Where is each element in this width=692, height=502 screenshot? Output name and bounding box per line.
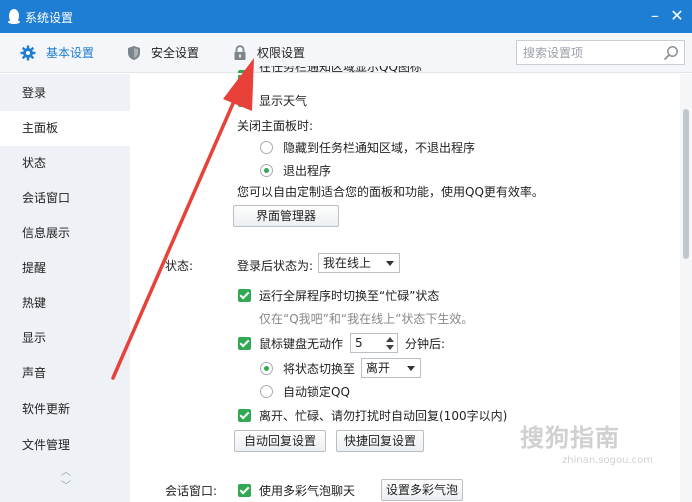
- minimize-button[interactable]: –: [644, 5, 666, 27]
- fullscreen-busy-label: 运行全屏程序时切换至“忙碌”状态: [259, 289, 440, 303]
- chevron-down-icon: [386, 261, 394, 266]
- close-button[interactable]: ✕: [666, 5, 688, 27]
- chevron-down-icon[interactable]: ﹀: [56, 480, 76, 494]
- colorful-bubble-label: 使用多彩气泡聊天: [259, 484, 356, 498]
- auto-reply-label: 离开、忙碌、请勿打扰时自动回复(100字以内): [259, 409, 508, 423]
- auto-lock-radio[interactable]: [260, 385, 273, 398]
- status-section-label: 状态:: [165, 259, 194, 273]
- fullscreen-busy-hint: 仅在“Q我吧”和“我在线上”状态下生效。: [259, 312, 474, 326]
- search-box: [516, 40, 685, 65]
- auto-reply-settings-button[interactable]: 自动回复设置: [234, 430, 326, 452]
- idle-status-select[interactable]: 离开: [361, 358, 421, 378]
- tab-basic-settings-label: 基本设置: [46, 46, 95, 60]
- sidebar-item-info-display[interactable]: 信息展示: [0, 216, 130, 251]
- exit-program-radio[interactable]: [260, 164, 273, 177]
- hide-to-tray-radio[interactable]: [260, 141, 273, 154]
- title-bar: 系统设置 – ✕: [0, 0, 692, 33]
- sidebar-item-display[interactable]: 显示: [0, 321, 130, 356]
- tab-security-settings[interactable]: 安全设置: [127, 33, 207, 73]
- tab-basic-settings[interactable]: 基本设置: [20, 33, 100, 73]
- window-title: 系统设置: [25, 11, 74, 25]
- watermark-text: 搜狗指南: [520, 424, 620, 452]
- colorful-bubble-settings-button[interactable]: 设置多彩气泡: [381, 479, 463, 501]
- interface-manager-button[interactable]: 界面管理器: [233, 205, 339, 227]
- idle-label: 鼠标键盘无动作: [259, 337, 344, 351]
- search-icon[interactable]: [663, 45, 679, 61]
- sidebar-scroll-arrows[interactable]: ︿ ﹀: [56, 466, 76, 500]
- auto-reply-checkbox[interactable]: [238, 409, 251, 422]
- quick-reply-settings-button[interactable]: 快捷回复设置: [336, 430, 424, 452]
- caret-down-icon[interactable]: [386, 345, 394, 350]
- idle-minutes-stepper[interactable]: 5: [350, 333, 398, 353]
- sidebar-item-chat-window[interactable]: 会话窗口: [0, 181, 130, 216]
- sidebar-item-sound[interactable]: 声音: [0, 356, 130, 391]
- after-login-status-value: 我在线上: [323, 256, 372, 270]
- show-tray-icon-checkbox[interactable]: [238, 70, 251, 83]
- idle-minutes-value: 5: [355, 336, 363, 350]
- after-login-status-label: 登录后状态为:: [237, 259, 314, 273]
- sidebar-item-status[interactable]: 状态: [0, 146, 130, 181]
- sidebar-item-login[interactable]: 登录: [0, 76, 130, 111]
- lock-icon: [234, 45, 246, 60]
- scrollbar-thumb[interactable]: [683, 109, 689, 259]
- watermark-subtext: zhinan.sogou.com: [562, 455, 654, 466]
- tab-security-settings-label: 安全设置: [151, 46, 200, 60]
- chat-window-section-label: 会话窗口:: [165, 484, 218, 498]
- fullscreen-busy-checkbox[interactable]: [238, 289, 251, 302]
- chevron-up-icon[interactable]: ︿: [56, 466, 76, 480]
- idle-status-value: 离开: [366, 361, 391, 375]
- exit-program-label: 退出程序: [283, 164, 332, 178]
- customize-text: 您可以自由定制适合您的面板和功能，使用QQ更有效率。: [237, 185, 544, 199]
- penguin-icon: [8, 9, 20, 24]
- show-weather-checkbox[interactable]: [238, 94, 251, 107]
- search-input[interactable]: [523, 41, 663, 64]
- auto-lock-label: 自动锁定QQ: [283, 385, 350, 399]
- sidebar-item-reminders[interactable]: 提醒: [0, 251, 130, 286]
- caret-up-icon[interactable]: [386, 337, 394, 342]
- idle-checkbox[interactable]: [238, 337, 251, 350]
- show-weather-label: 显示天气: [259, 94, 308, 108]
- gear-icon: [20, 45, 36, 61]
- colorful-bubble-checkbox[interactable]: [238, 484, 251, 497]
- sidebar-item-file-management[interactable]: 文件管理: [0, 428, 130, 463]
- switch-status-label: 将状态切换至: [283, 362, 356, 376]
- after-login-status-select[interactable]: 我在线上: [318, 253, 400, 273]
- hide-to-tray-label: 隐藏到任务栏通知区域，不退出程序: [283, 141, 476, 155]
- sidebar-item-main-panel[interactable]: 主面板: [0, 111, 130, 146]
- sidebar-item-software-update[interactable]: 软件更新: [0, 392, 130, 427]
- sidebar-item-hotkeys[interactable]: 热键: [0, 286, 130, 321]
- close-panel-label: 关闭主面板时:: [237, 119, 314, 133]
- idle-suffix-label: 分钟后:: [405, 337, 446, 351]
- shield-icon: [128, 46, 140, 60]
- switch-status-radio[interactable]: [260, 362, 273, 375]
- chevron-down-icon: [407, 366, 415, 371]
- vertical-scrollbar[interactable]: [680, 74, 692, 502]
